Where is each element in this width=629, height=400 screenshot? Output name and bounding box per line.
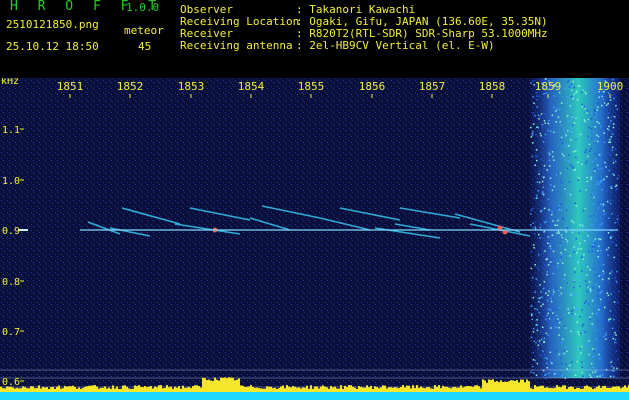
time-tick-label: 1855 [298, 80, 325, 93]
frequency-tick-label: 0.8 [2, 277, 20, 288]
time-tick-label: 1858 [479, 80, 506, 93]
frequency-tick-label: 1.0 [2, 176, 20, 187]
frequency-tick-label: 1.1 [2, 125, 20, 136]
image-filename: 2510121850.png [6, 18, 99, 31]
time-tick-label: 1851 [57, 80, 84, 93]
y-unit-label: kHz [1, 78, 19, 87]
frequency-tick-label: 0.9 [2, 226, 20, 237]
app-version: 1.0.0 [126, 1, 160, 14]
meteor-count-label: meteor [124, 24, 164, 37]
info-label-antenna: Receiving antenna [180, 39, 293, 52]
time-tick-label: 1859 [535, 80, 562, 93]
time-tick-label: 1900 [597, 80, 624, 93]
frequency-tick-label: 0.7 [2, 327, 20, 338]
amplitude-baseline [0, 392, 629, 400]
spectrogram-panel: 1851 1852 1853 1854 1855 1856 1857 1858 1859 1900… [0, 78, 629, 400]
meteor-count-value: 45 [138, 40, 152, 53]
noise-burst [528, 78, 620, 379]
time-tick-label: 1857 [419, 80, 446, 93]
time-tick-label: 1852 [117, 80, 144, 93]
header-panel: H R O F F T 1.0.0 2510121850.png meteor … [0, 0, 629, 78]
time-tick-label: 1854 [238, 80, 265, 93]
info-value-antenna: : 2el-HB9CV Vertical (el. E-W) [296, 39, 495, 52]
observation-datetime: 25.10.12 18:50 [6, 40, 99, 53]
time-tick-label: 1853 [178, 80, 205, 93]
spectrogram-svg: 1851 1852 1853 1854 1855 1856 1857 1858 1859 1900… [0, 78, 629, 400]
frequency-tick-label: 0.6 [2, 377, 20, 388]
time-tick-label: 1856 [359, 80, 386, 93]
